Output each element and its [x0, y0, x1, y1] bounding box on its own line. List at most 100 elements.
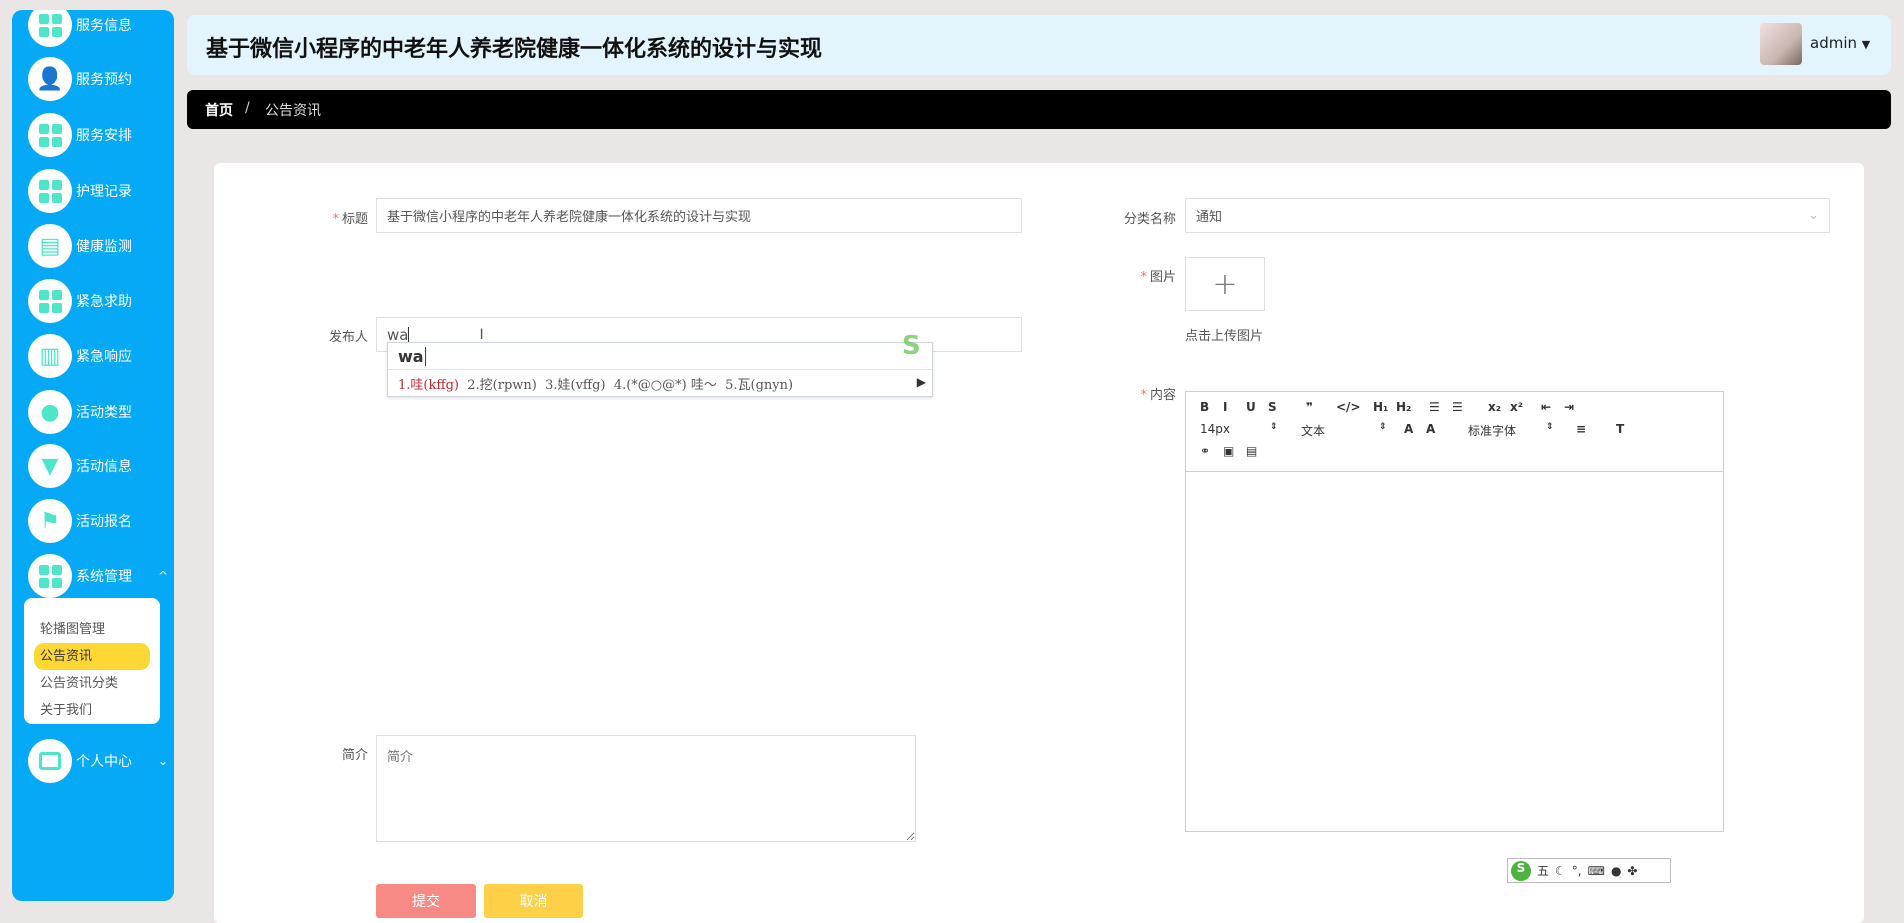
sidebar-item-label: 系统管理 [76, 569, 132, 585]
chart-icon: ▥ [28, 334, 72, 378]
font-family-select[interactable]: 标准字体 [1468, 422, 1516, 439]
sogou-logo-icon: S [902, 331, 921, 361]
toolbar-button[interactable]: S [1268, 400, 1277, 414]
sidebar-item[interactable]: ● 活动类型 [28, 390, 168, 434]
toolbox-icon[interactable]: ✤ [1627, 864, 1637, 878]
keyboard-icon[interactable]: ⌨ [1588, 864, 1605, 878]
ime-candidate[interactable]: 5.瓦(gnyn) [725, 378, 793, 393]
moon-icon[interactable]: ☾ [1555, 864, 1566, 878]
sidebar-item[interactable]: ⚑ 活动报名 [28, 499, 168, 543]
sidebar-item[interactable]: 👤 服务预约 [28, 57, 168, 101]
breadcrumb-current: 公告资讯 [265, 103, 321, 119]
toolbar-button[interactable]: H₁ [1373, 400, 1388, 414]
ime-mode[interactable]: 五 [1537, 862, 1549, 879]
toolbar-button[interactable]: H₂ [1396, 400, 1411, 414]
grid-icon [28, 169, 72, 213]
plus-icon: + [1212, 266, 1238, 302]
toolbar-button[interactable]: x² [1510, 400, 1523, 414]
sidebar-item[interactable]: 护理记录 [28, 169, 168, 213]
sidebar-item[interactable]: 系统管理 ^ [28, 554, 168, 598]
username: admin [1810, 34, 1857, 52]
sidebar-item-label: 紧急响应 [76, 349, 132, 365]
rich-text-editor: B I U S ❞ </> H₁ H₂ ☰ ☰ x₂ x² ⇤ ⇥ 14px ⇕ 文本 ⇕ 标准字体 ⇕ A A ≡ T ⚭ ▣ ▤ [1185, 391, 1724, 832]
header-select[interactable]: 文本 [1301, 422, 1325, 439]
grid-icon [28, 10, 72, 47]
header: 基于微信小程序的中老年人养老院健康一体化系统的设计与实现 admin ▼ [187, 15, 1891, 75]
toolbar-button[interactable]: ☰ [1452, 400, 1463, 414]
sogou-logo-icon: S [1511, 860, 1531, 881]
user-menu[interactable]: admin ▼ [1810, 34, 1870, 52]
sidebar-item[interactable]: 服务安排 [28, 113, 168, 157]
toolbar-button[interactable]: ⇤ [1541, 400, 1551, 414]
monitor-icon: ▼ [28, 444, 72, 488]
submit-button[interactable]: 提交 [376, 884, 476, 918]
chevron-down-icon: ⌄ [1808, 208, 1819, 223]
cancel-button[interactable]: 取消 [484, 884, 583, 918]
ime-candidate-popup: wa 1.哇(kffg) 2.挖(rpwn) 3.娃(vffg) 4.(*@○@… [387, 331, 933, 397]
sidebar-item[interactable]: 服务信息 [28, 10, 168, 47]
caret-down-icon: ▼ [1861, 38, 1871, 51]
page-title: 基于微信小程序的中老年人养老院健康一体化系统的设计与实现 [206, 37, 823, 62]
editor-toolbar: B I U S ❞ </> H₁ H₂ ☰ ☰ x₂ x² ⇤ ⇥ 14px ⇕ 文本 ⇕ 标准字体 ⇕ A A ≡ T ⚭ ▣ ▤ [1186, 392, 1723, 472]
breadcrumb-home[interactable]: 首页 [205, 100, 233, 120]
sidebar-item-personal-center[interactable]: 个人中心 ⌄ [28, 739, 168, 783]
grid-icon [28, 279, 72, 323]
image-upload-button[interactable]: + [1185, 257, 1265, 311]
clear-format-icon[interactable]: T [1616, 422, 1624, 436]
wallet-icon [28, 739, 72, 783]
image-icon[interactable]: ▣ [1223, 444, 1234, 458]
publisher-label: 发布人 [328, 330, 368, 345]
title-label: * 标题 [332, 212, 368, 227]
punctuation-icon[interactable]: °, [1572, 864, 1582, 878]
toolbar-button[interactable]: x₂ [1488, 400, 1501, 414]
sidebar: 服务信息 👤 服务预约服务安排护理记录 ▤ 健康监测紧急求助 ▥ 紧急响应 ● 活动类型 ▼ 活动信… [12, 10, 174, 901]
toolbar-button[interactable]: B [1200, 400, 1209, 414]
editor-content-area[interactable] [1186, 472, 1723, 831]
sidebar-item-label: 服务安排 [76, 128, 132, 144]
user-icon[interactable]: ● [1611, 864, 1621, 878]
intro-label: 简介 [341, 748, 368, 763]
publisher-value: wa [387, 325, 409, 344]
toolbar-button[interactable]: ⇥ [1564, 400, 1574, 414]
submenu-item-about[interactable]: 关于我们 [34, 697, 150, 724]
toolbar-button[interactable]: I [1223, 400, 1227, 414]
submenu-item-announcement-categories[interactable]: 公告资讯分类 [34, 670, 150, 697]
ime-candidate[interactable]: 2.挖(rpwn) [467, 378, 537, 393]
toolbar-button[interactable]: ☰ [1429, 400, 1440, 414]
sidebar-item[interactable]: ▤ 健康监测 [28, 224, 168, 268]
ime-status-bar[interactable]: S 五 ☾ °, ⌨ ● ✤ [1507, 858, 1671, 883]
user-icon: 👤 [28, 57, 72, 101]
font-size-select[interactable]: 14px [1200, 422, 1230, 436]
chat-icon: ▤ [28, 224, 72, 268]
toolbar-button[interactable]: U [1246, 400, 1256, 414]
sidebar-item[interactable]: ▼ 活动信息 [28, 444, 168, 488]
category-select[interactable]: 通知 ⌄ [1185, 198, 1830, 233]
background-color-icon[interactable]: A [1426, 422, 1435, 436]
category-value: 通知 [1196, 210, 1223, 225]
chevron-down-icon: ⌄ [157, 754, 168, 768]
ime-next-page-icon[interactable]: ▶ [917, 375, 926, 389]
ime-composition: wa [398, 347, 424, 366]
bulb-icon: ● [28, 390, 72, 434]
sidebar-item-label: 服务预约 [76, 72, 132, 88]
submenu-item-carousel[interactable]: 轮播图管理 [34, 616, 150, 643]
ime-candidate[interactable]: 3.娃(vffg) [545, 378, 605, 393]
toolbar-button[interactable]: </> [1336, 400, 1361, 414]
ime-candidate[interactable]: 4.(*@○@*) 哇～ [614, 378, 717, 393]
select-arrows-icon: ⇕ [1546, 422, 1554, 432]
ime-candidate[interactable]: 1.哇(kffg) [398, 378, 459, 393]
avatar[interactable] [1760, 23, 1802, 65]
video-icon[interactable]: ▤ [1246, 444, 1257, 458]
submenu-item-announcements[interactable]: 公告资讯 [34, 643, 150, 670]
image-label: * 图片 [1140, 270, 1176, 285]
sidebar-item-label: 服务信息 [76, 18, 132, 34]
toolbar-button[interactable]: ❞ [1306, 400, 1313, 414]
select-arrows-icon: ⇕ [1270, 422, 1278, 432]
sidebar-item[interactable]: ▥ 紧急响应 [28, 334, 168, 378]
intro-textarea[interactable] [376, 735, 916, 842]
sidebar-item[interactable]: 紧急求助 [28, 279, 168, 323]
font-color-icon[interactable]: A [1404, 422, 1413, 436]
align-icon[interactable]: ≡ [1576, 422, 1586, 436]
link-icon[interactable]: ⚭ [1200, 444, 1210, 458]
title-input[interactable]: 基于微信小程序的中老年人养老院健康一体化系统的设计与实现 [376, 198, 1022, 233]
